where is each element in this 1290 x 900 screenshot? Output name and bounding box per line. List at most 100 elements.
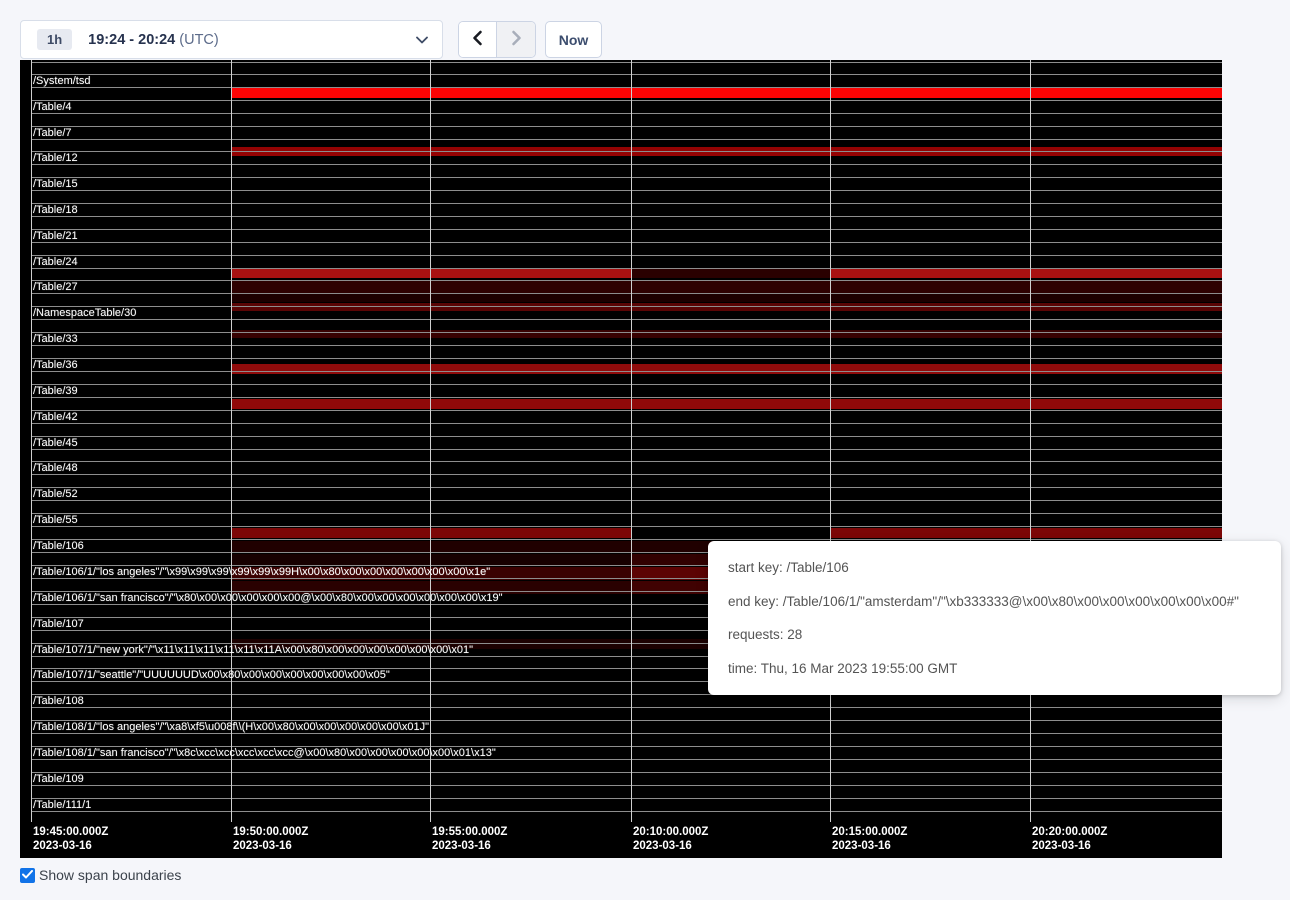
time-gridline [830,60,831,822]
x-axis-tick-label: 20:20:00.000Z2023-03-16 [1032,825,1107,853]
row-label: /System/tsd [33,75,90,87]
checkmark-icon [22,866,33,884]
span-boundary-line [31,177,1222,178]
span-boundary-line [31,487,1222,488]
x-axis-tick-label: 20:10:00.000Z2023-03-16 [633,825,708,853]
heat-band[interactable] [231,88,1222,98]
row-label: /Table/106/1/"los angeles"/"\x99\x99\x99… [33,566,490,578]
span-boundary-line [31,436,1222,437]
span-tooltip: start key: /Table/106 end key: /Table/10… [708,541,1281,695]
row-label: /Table/107 [33,618,84,630]
heat-band[interactable] [631,268,830,278]
row-label: /Table/108 [33,695,84,707]
chevron-right-icon [511,30,522,49]
x-axis-tick-label: 19:50:00.000Z2023-03-16 [233,825,308,853]
heat-band[interactable] [231,528,631,538]
span-boundary-line [31,513,1222,514]
heat-band[interactable] [231,281,1222,293]
show-span-boundaries-checkbox[interactable] [20,868,35,883]
previous-range-button[interactable] [459,22,497,57]
span-boundary-line [31,449,1222,450]
heat-band[interactable] [231,399,1222,409]
row-label: /Table/18 [33,204,78,216]
row-label: /Table/107/1/"seattle"/"UUUUUUD\x00\x80\… [33,669,390,681]
heat-band[interactable] [830,268,1222,278]
span-boundary-line [31,397,1222,398]
span-boundary-line [31,798,1222,799]
span-boundary-line [31,255,1222,256]
span-boundary-line [31,539,1222,540]
span-boundary-line [31,500,1222,501]
row-label: /Table/108/1/"los angeles"/"\xa8\xf5\u00… [33,721,429,733]
span-boundary-line [31,268,1222,269]
row-label: /Table/7 [33,127,72,139]
row-label: /Table/4 [33,101,72,113]
span-boundary-line [31,474,1222,475]
span-boundary-line [31,113,1222,114]
span-boundary-line [31,358,1222,359]
next-range-button[interactable] [497,22,535,57]
time-gridline [31,60,32,822]
tick-time: 20:20:00.000Z [1032,825,1107,839]
key-visualizer-page: 1h 19:24 - 20:24 (UTC) Now 19:45:00.000Z… [0,0,1290,900]
row-label: /Table/39 [33,385,78,397]
span-boundary-line [31,203,1222,204]
now-button[interactable]: Now [545,21,602,58]
row-label: /Table/27 [33,281,78,293]
time-nav-button-group [458,21,536,58]
tick-date: 2023-03-16 [432,839,507,853]
row-label: /Table/52 [33,488,78,500]
row-label: /Table/24 [33,256,78,268]
tick-date: 2023-03-16 [1032,839,1107,853]
row-label: /Table/42 [33,411,78,423]
row-label: /Table/106/1/"san francisco"/"\x80\x00\x… [33,592,503,604]
time-gridline [231,60,232,822]
time-gridline [1030,60,1031,822]
show-span-boundaries-label: Show span boundaries [39,867,181,883]
tooltip-requests: requests: 28 [728,627,1261,642]
span-boundary-line [31,461,1222,462]
row-label: /Table/21 [33,230,78,242]
time-gridline [430,60,431,822]
span-boundary-line [31,216,1222,217]
span-boundary-line [31,345,1222,346]
row-label: /Table/106 [33,540,84,552]
span-boundary-line [31,139,1222,140]
time-range-dropdown[interactable]: 1h 19:24 - 20:24 (UTC) [20,20,443,59]
heat-band[interactable] [231,268,631,278]
span-boundary-line [31,785,1222,786]
span-boundary-line [31,242,1222,243]
range-times: 19:24 - 20:24 [88,32,175,48]
span-boundary-line [31,772,1222,773]
span-boundary-line [31,190,1222,191]
footer-controls: Show span boundaries [20,866,181,884]
span-boundary-line [31,293,1222,294]
tooltip-start-key: start key: /Table/106 [728,560,1261,575]
row-label: /Table/55 [33,514,78,526]
span-boundary-line [31,384,1222,385]
row-label: /Table/111/1 [33,799,91,811]
tick-date: 2023-03-16 [832,839,907,853]
span-boundary-line [31,371,1222,372]
span-boundary-line [31,229,1222,230]
row-label: /Table/12 [33,152,78,164]
heat-band[interactable] [231,294,1222,302]
range-duration-chip: 1h [37,29,72,50]
row-label: /Table/33 [33,333,78,345]
row-label: /Table/15 [33,178,78,190]
span-boundary-line [31,280,1222,281]
heat-band[interactable] [830,528,1222,538]
x-axis-tick-label: 20:15:00.000Z2023-03-16 [832,825,907,853]
tick-date: 2023-03-16 [233,839,308,853]
tick-time: 20:15:00.000Z [832,825,907,839]
heat-band[interactable] [231,364,1222,374]
heat-band[interactable] [231,147,1222,156]
span-boundary-line [31,126,1222,127]
key-visualizer-heatmap[interactable]: 19:45:00.000Z2023-03-1619:50:00.000Z2023… [20,60,1222,858]
chevron-left-icon [472,30,483,49]
tick-time: 20:10:00.000Z [633,825,708,839]
span-boundary-line [31,332,1222,333]
span-boundary-line [31,811,1222,812]
heat-band[interactable] [231,303,1222,311]
span-boundary-line [31,164,1222,165]
